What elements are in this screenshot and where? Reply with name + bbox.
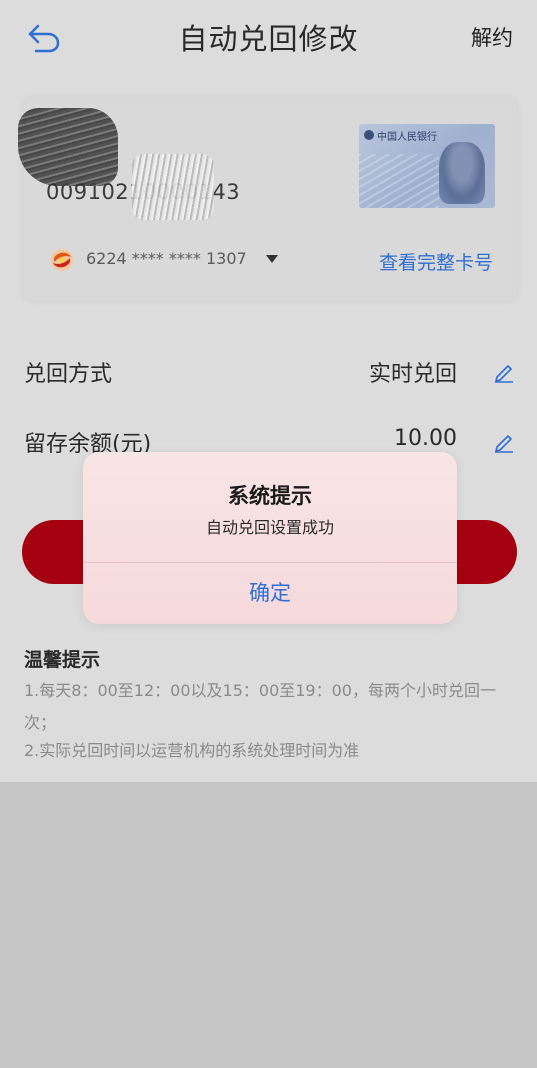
edit-icon[interactable] xyxy=(493,361,515,383)
masked-card-number: 6224 **** **** 1307 xyxy=(86,249,247,268)
dialog-message: 自动兑回设置成功 xyxy=(205,518,334,537)
bank-seal-icon xyxy=(364,130,374,140)
redeem-method-value: 实时兑回 xyxy=(368,362,457,387)
edit-icon[interactable] xyxy=(493,431,515,453)
blank-area xyxy=(0,782,537,1068)
banknote-image: 中国人民银行 xyxy=(359,124,495,208)
tips-title: 温馨提示 xyxy=(24,649,101,671)
tip-line-2: 2.实际兑回时间以运营机构的系统处理时间为准 xyxy=(24,741,360,760)
page-title: 自动兑回修改 xyxy=(178,22,359,56)
bank-logo-icon xyxy=(51,249,73,271)
dialog-title: 系统提示 xyxy=(228,484,312,508)
banknote-bank-text: 中国人民银行 xyxy=(377,132,437,143)
confirm-button[interactable]: 确定 xyxy=(83,563,457,624)
view-full-card-link[interactable]: 查看完整卡号 xyxy=(379,248,493,275)
terminate-button[interactable]: 解约 xyxy=(471,22,513,52)
tip-line-1: 1.每天8：00至12：00以及15：00至19：00，每两个小时兑回一次； xyxy=(24,681,496,732)
system-alert-dialog: 系统提示 自动兑回设置成功 确定 xyxy=(83,452,457,624)
portrait-image xyxy=(439,142,485,204)
chevron-down-icon[interactable] xyxy=(266,255,278,263)
redeem-method-label: 兑回方式 xyxy=(24,362,113,387)
bank-card-panel: 00910210000143 中国人民银行 6224 **** **** 130… xyxy=(18,98,517,300)
redaction-scribble xyxy=(18,108,118,186)
redaction-scribble xyxy=(132,154,214,220)
page-background: 自动兑回修改 解约 00910210000143 中国人民银行 6224 ***… xyxy=(0,0,537,782)
reserve-balance-value: 10.00 xyxy=(394,426,457,451)
